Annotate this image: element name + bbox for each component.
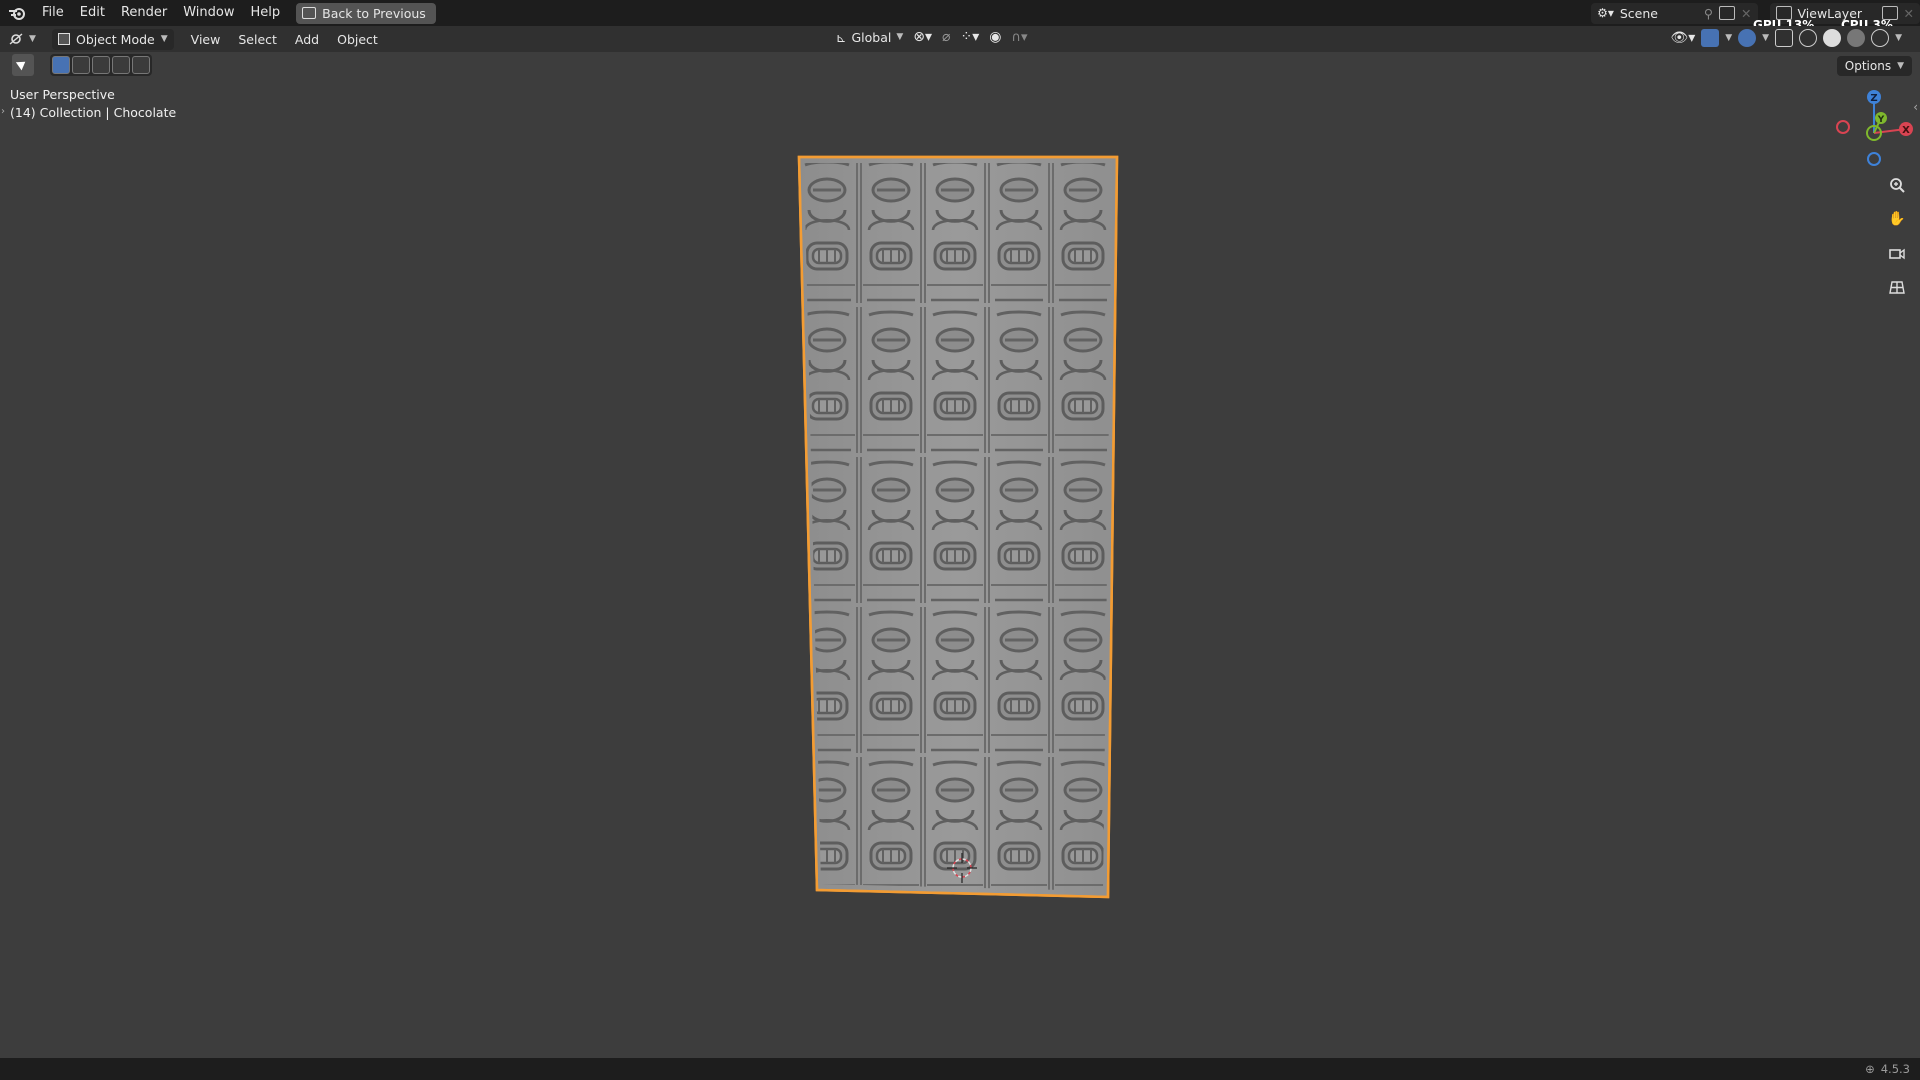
new-scene-icon[interactable]	[1719, 6, 1736, 20]
chevron-down-icon[interactable]: ▼	[1725, 33, 1732, 43]
wireframe-shading-icon[interactable]	[1799, 29, 1818, 47]
viewport-header: ▼ Object Mode ▼ View Select Add Object ⊾…	[0, 26, 1920, 52]
blender-logo-icon[interactable]	[0, 0, 34, 26]
menu-select[interactable]: Select	[229, 32, 286, 47]
solid-shading-icon[interactable]	[1823, 29, 1842, 47]
proportional-edit-icon[interactable]: ◉	[989, 29, 1001, 45]
scene-selector[interactable]: ⚙▾ Scene ⚲ ✕	[1591, 2, 1758, 24]
visibility-icon[interactable]: 👁▾	[1670, 30, 1695, 46]
chevron-down-icon[interactable]: ▼	[1895, 33, 1902, 43]
scene-name: Scene	[1619, 5, 1658, 21]
chocolate-panel-render	[797, 155, 1119, 899]
overlay-toggle-icon[interactable]	[1738, 29, 1757, 47]
falloff-icon[interactable]: ∩▾	[1011, 30, 1027, 45]
camera-view-icon[interactable]	[1884, 240, 1910, 266]
menu-object[interactable]: Object	[328, 32, 387, 47]
pan-hand-icon[interactable]: ✋	[1884, 206, 1910, 232]
mode-label: Object Mode	[76, 31, 155, 47]
gizmo-neg-z-axis[interactable]	[1867, 152, 1881, 166]
chevron-down-icon: ▼	[29, 34, 36, 44]
transform-tools: ⊾ Global ▼ ⊗▾ ⌀ ⁘▾ ◉ ∩▾	[836, 29, 1028, 45]
menu-view[interactable]: View	[182, 32, 230, 47]
editor-type-selector[interactable]: ▼	[8, 28, 48, 50]
chocolate-panel-object[interactable]	[795, 155, 1125, 900]
rendered-shading-icon[interactable]	[1871, 29, 1890, 47]
selection-mode-group	[50, 54, 152, 76]
select-extend-icon[interactable]	[72, 56, 90, 74]
snap-toggle-icon[interactable]: ⌀	[942, 29, 950, 45]
status-bar: ⊕ 4.5.3	[0, 1058, 1920, 1080]
orientation-label: Global	[851, 29, 892, 45]
select-subtract-icon[interactable]	[92, 56, 110, 74]
menu-render[interactable]: Render	[113, 2, 175, 24]
viewport-title: User Perspective	[10, 87, 115, 102]
close-view-layer-icon[interactable]: ✕	[1904, 6, 1914, 21]
select-invert-icon[interactable]	[112, 56, 130, 74]
menu-window[interactable]: Window	[175, 2, 242, 24]
chevron-down-icon: ▼	[160, 34, 168, 44]
tool-settings-row	[12, 54, 152, 76]
viewport-collection-info: (14) Collection | Chocolate	[10, 105, 177, 120]
chevron-down-icon[interactable]: ▼	[1762, 33, 1769, 43]
close-scene-icon[interactable]: ✕	[1741, 6, 1751, 21]
back-to-previous-button[interactable]: Back to Previous	[296, 2, 436, 24]
version-info: ⊕ 4.5.3	[1865, 1062, 1910, 1076]
mode-selector[interactable]: Object Mode ▼	[52, 28, 174, 50]
select-tool-button[interactable]	[12, 54, 34, 76]
gizmo-z-label: Z	[1870, 93, 1877, 104]
menu-file[interactable]: File	[34, 2, 72, 24]
select-new-icon[interactable]	[52, 56, 70, 74]
select-intersect-icon[interactable]	[132, 56, 150, 74]
navigation-gizmo[interactable]: Z X Y	[1830, 84, 1920, 174]
orientation-icon: ⊾	[836, 29, 847, 45]
menu-add[interactable]: Add	[286, 32, 328, 47]
viewport-shading-tools: 👁▾ ▼ ▼ ▼	[1670, 29, 1902, 47]
snap-target-icon[interactable]: ⁘▾	[960, 29, 979, 45]
options-dropdown[interactable]: Options ▼	[1836, 56, 1912, 76]
gizmo-toggle-icon[interactable]	[1701, 29, 1720, 47]
options-label: Options	[1844, 59, 1892, 73]
sidebar-toggle-icon[interactable]: ‹	[1913, 100, 1918, 114]
network-globe-icon: ⊕	[1865, 1062, 1875, 1076]
material-shading-icon[interactable]	[1847, 29, 1866, 47]
version-label: 4.5.3	[1880, 1062, 1910, 1076]
chevron-down-icon: ▼	[896, 32, 904, 42]
pin-icon[interactable]: ⚲	[1704, 6, 1713, 21]
xray-toggle-icon[interactable]	[1775, 29, 1794, 47]
gizmo-x-label: X	[1902, 125, 1910, 136]
object-mode-icon	[58, 33, 70, 45]
zoom-icon[interactable]	[1884, 172, 1910, 198]
menu-edit[interactable]: Edit	[72, 2, 113, 24]
menu-help[interactable]: Help	[243, 2, 289, 24]
screen-icon	[302, 7, 317, 19]
pivot-icon[interactable]: ⊗▾	[913, 29, 932, 45]
orientation-selector[interactable]: ⊾ Global ▼	[836, 30, 903, 45]
gizmo-y-label: Y	[1877, 115, 1885, 125]
perspective-grid-icon[interactable]	[1884, 274, 1910, 300]
scene-icon: ⚙▾	[1597, 6, 1614, 20]
gizmo-neg-x-axis[interactable]	[1836, 120, 1850, 134]
expand-arrow-icon[interactable]: ›	[1, 106, 5, 117]
viewport-navigation-buttons: ✋	[1884, 172, 1910, 300]
top-menu-bar: File Edit Render Window Help Back to Pre…	[0, 0, 1920, 32]
back-to-previous-label: Back to Previous	[322, 5, 426, 21]
3d-viewport-icon	[9, 33, 23, 45]
chevron-down-icon: ▼	[1897, 61, 1904, 71]
